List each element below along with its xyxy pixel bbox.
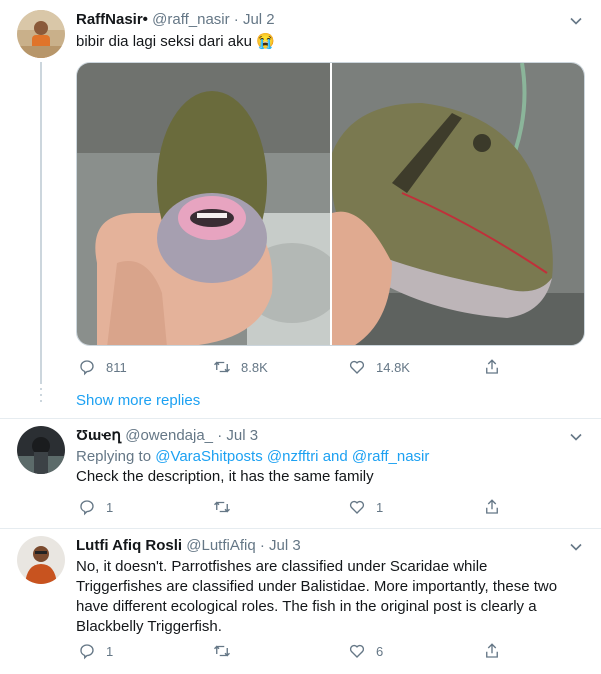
like-icon [349,360,365,374]
reply-button[interactable]: 1 [78,641,113,661]
retweet-count: 8.8K [241,359,268,375]
author-handle[interactable]: @owendaja_ [125,427,213,444]
tweet-date[interactable]: Jul 3 [269,537,301,554]
author-name[interactable]: RaffNasir• [76,11,148,28]
tweet-text-line: Blackbelly Triggerfish. [76,618,222,635]
like-count: 1 [376,499,384,515]
and-label: and [322,448,348,465]
retweet-icon [214,361,230,373]
separator-dot: · [259,537,265,554]
avatar[interactable] [17,536,65,584]
retweet-button[interactable] [213,641,231,661]
share-icon [486,499,498,514]
tweet-text-line: Triggerfishes are classified under Balis… [76,578,558,595]
like-button[interactable]: 6 [348,641,383,661]
avatar[interactable] [17,10,65,58]
tweet-actions: 1 1 [78,497,508,517]
like-count: 14.8K [376,359,410,375]
tweet-date[interactable]: Jul 3 [226,427,258,444]
tweet-text: No, it doesn't. Parrotfishes are classif… [76,557,557,637]
reply-button[interactable]: 1 [78,497,113,517]
show-more-replies-link[interactable]: Show more replies [76,391,200,411]
author-name[interactable]: Ʊɯҽղ [76,427,121,444]
retweet-icon [214,645,230,657]
share-icon [486,643,498,658]
retweet-icon [214,501,230,513]
tweet-owendaja[interactable]: Ʊɯҽղ @owendaja_ · Jul 3 Replying to @Var… [0,418,601,528]
mention-link[interactable]: @raff_nasir [352,448,429,465]
share-button[interactable] [483,641,501,661]
separator-dot: · [217,427,223,444]
share-button[interactable] [483,357,501,377]
reply-count: 1 [106,499,114,515]
chevron-down-icon[interactable] [569,430,583,444]
author-handle[interactable]: @LutfiAfiq [186,537,255,554]
fish-photo-front[interactable] [77,63,330,345]
author-handle[interactable]: @raff_nasir [152,11,229,28]
replying-to-label: Replying to [76,448,152,465]
share-icon [486,359,498,374]
reply-button[interactable]: 811 [78,357,127,377]
like-count: 6 [376,643,384,659]
thread-dots [40,388,42,406]
like-icon [349,644,365,658]
chevron-down-icon[interactable] [569,14,583,28]
tweet-media[interactable] [76,62,585,346]
mention-link[interactable]: @nzfftri [267,448,319,465]
tweet-text-line: No, it doesn't. Parrotfishes are classif… [76,558,488,575]
tweet-lutfiafiq[interactable]: Lutfi Afiq Rosli @LutfiAfiq · Jul 3 No, … [0,528,601,674]
author-name[interactable]: Lutfi Afiq Rosli [76,537,182,554]
retweet-button[interactable]: 8.8K [213,357,268,377]
chevron-down-icon[interactable] [569,540,583,554]
reply-icon [80,644,94,660]
tweet-text-line: have different ecological roles. The fis… [76,598,537,615]
tweet-actions: 811 8.8K 14.8K [78,357,508,377]
tweet-raffnasir[interactable]: RaffNasir• @raff_nasir · Jul 2 bibir dia… [0,0,601,390]
mention-link[interactable]: @VaraShitposts [155,448,263,465]
thread-line [40,62,42,384]
tweet-text: bibir dia lagi seksi dari aku 😭 [76,33,275,50]
like-button[interactable]: 14.8K [348,357,410,377]
retweet-button[interactable] [213,497,231,517]
separator-dot: · [233,11,239,28]
like-icon [349,500,365,514]
fish-photo-side[interactable] [332,63,584,345]
tweet-text: Check the description, it has the same f… [76,468,374,485]
share-button[interactable] [483,497,501,517]
avatar[interactable] [17,426,65,474]
reply-icon [80,500,94,516]
replying-to: Replying to @VaraShitposts @nzfftri and … [76,447,429,467]
reply-count: 1 [106,643,114,659]
like-button[interactable]: 1 [348,497,383,517]
tweet-actions: 1 6 [78,641,508,661]
reply-icon [80,360,94,376]
tweet-date[interactable]: Jul 2 [243,11,275,28]
reply-count: 811 [106,359,127,375]
